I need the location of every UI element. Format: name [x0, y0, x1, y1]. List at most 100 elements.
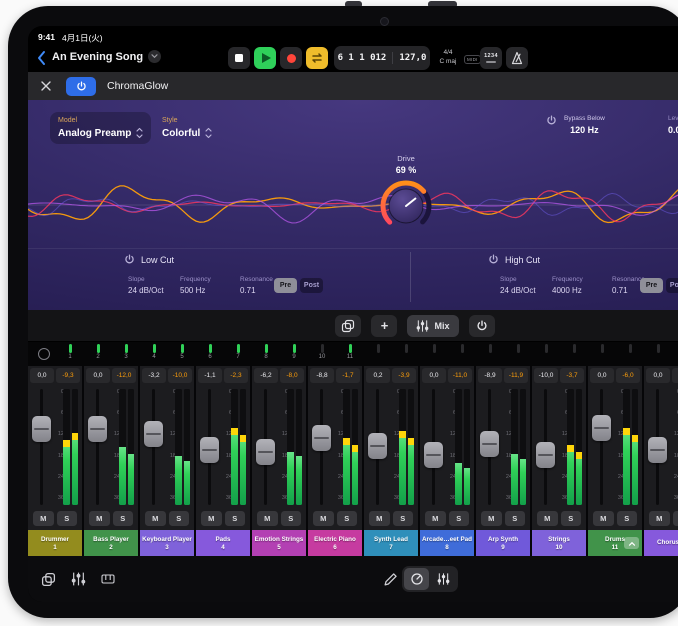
- high-cut-frequency[interactable]: Frequency 4000 Hz: [552, 276, 583, 295]
- faders-view-button[interactable]: [431, 568, 456, 590]
- overview-track-slot[interactable]: 8: [252, 342, 280, 366]
- channel-gain-value[interactable]: 0,0: [86, 368, 110, 383]
- overview-track-slot[interactable]: 5: [168, 342, 196, 366]
- fader-handle[interactable]: [144, 421, 163, 447]
- channel-gain-value[interactable]: -1,1: [198, 368, 222, 383]
- solo-button[interactable]: S: [449, 511, 470, 526]
- solo-button[interactable]: S: [57, 511, 78, 526]
- channel-peak-value[interactable]: -2,3: [224, 368, 248, 383]
- overview-track-slot[interactable]: 11: [336, 342, 364, 366]
- channel-gain-value[interactable]: -3,2: [142, 368, 166, 383]
- mute-button[interactable]: M: [313, 511, 334, 526]
- style-selector[interactable]: Style Colorful: [154, 112, 220, 144]
- drive-knob[interactable]: [378, 178, 434, 234]
- track-name-tab[interactable]: Arp Synth9: [476, 530, 530, 556]
- solo-button[interactable]: S: [561, 511, 582, 526]
- fader-handle[interactable]: [536, 442, 555, 468]
- play-button[interactable]: [254, 47, 276, 69]
- overview-track-slot[interactable]: [588, 342, 616, 366]
- mute-button[interactable]: M: [201, 511, 222, 526]
- edit-button[interactable]: [380, 569, 400, 589]
- solo-button[interactable]: S: [225, 511, 246, 526]
- track-name-tab[interactable]: Arcade…eet Pad8: [420, 530, 474, 556]
- overview-track-slot[interactable]: [420, 342, 448, 366]
- fader-handle[interactable]: [368, 433, 387, 459]
- track-name-tab[interactable]: Emotion Strings5: [252, 530, 306, 556]
- mute-button[interactable]: M: [537, 511, 558, 526]
- mixer-view-button[interactable]: [68, 569, 88, 589]
- track-name-tab[interactable]: Pads4: [196, 530, 250, 556]
- channel-peak-value[interactable]: -6,0: [616, 368, 640, 383]
- channel-controls-button[interactable]: [404, 568, 429, 590]
- collapse-stack-button[interactable]: [624, 537, 639, 549]
- fader-handle[interactable]: [88, 416, 107, 442]
- power-icon[interactable]: [488, 254, 499, 265]
- overview-track-slot[interactable]: [392, 342, 420, 366]
- mute-button[interactable]: M: [369, 511, 390, 526]
- close-plugin-button[interactable]: [41, 81, 51, 91]
- low-cut-resonance[interactable]: Resonance 0.71: [240, 276, 273, 295]
- fader-handle[interactable]: [648, 437, 667, 463]
- channel-gain-value[interactable]: 0,0: [590, 368, 614, 383]
- track-name-tab[interactable]: Synth Lead7: [364, 530, 418, 556]
- track-name-tab[interactable]: Keyboard Player3: [140, 530, 194, 556]
- high-cut-post-button[interactable]: Post: [666, 278, 678, 293]
- high-cut-pre-button[interactable]: Pre: [640, 278, 663, 293]
- solo-button[interactable]: S: [169, 511, 190, 526]
- level-control[interactable]: Level 0.0: [668, 115, 678, 135]
- record-button[interactable]: [280, 47, 302, 69]
- track-name-tab[interactable]: Drummer1: [28, 530, 82, 556]
- lcd-display[interactable]: 6 1 1 012 127,0: [334, 46, 430, 70]
- channel-gain-value[interactable]: -6,2: [254, 368, 278, 383]
- mute-button[interactable]: M: [33, 511, 54, 526]
- fader-handle[interactable]: [312, 425, 331, 451]
- channel-gain-value[interactable]: 0,0: [30, 368, 54, 383]
- stop-button[interactable]: [228, 47, 250, 69]
- channel-peak-value[interactable]: -12,0: [112, 368, 136, 383]
- overview-track-slot[interactable]: [448, 342, 476, 366]
- channel-peak-value[interactable]: -3,9: [392, 368, 416, 383]
- mix-button[interactable]: Mix: [407, 315, 458, 337]
- overview-track-slot[interactable]: [644, 342, 672, 366]
- song-menu[interactable]: An Evening Song: [52, 50, 161, 63]
- overview-track-slot[interactable]: 6: [196, 342, 224, 366]
- solo-button[interactable]: S: [393, 511, 414, 526]
- channel-peak-value[interactable]: -8,0: [280, 368, 304, 383]
- solo-button[interactable]: S: [113, 511, 134, 526]
- mute-button[interactable]: M: [257, 511, 278, 526]
- back-button[interactable]: [36, 50, 46, 66]
- low-cut-post-button[interactable]: Post: [300, 278, 323, 293]
- overview-track-slot[interactable]: 9: [280, 342, 308, 366]
- channel-peak-value[interactable]: -11,9: [504, 368, 528, 383]
- mute-button[interactable]: M: [593, 511, 614, 526]
- low-cut-slope[interactable]: Slope 24 dB/Oct: [128, 276, 164, 295]
- fader-handle[interactable]: [32, 416, 51, 442]
- fader-handle[interactable]: [424, 442, 443, 468]
- time-signature-key[interactable]: 4/4 C maj: [436, 48, 460, 66]
- overview-track-slot[interactable]: [504, 342, 532, 366]
- fader-handle[interactable]: [480, 431, 499, 457]
- overview-track-slot[interactable]: [616, 342, 644, 366]
- overview-track-slot[interactable]: 3: [112, 342, 140, 366]
- fader-handle[interactable]: [200, 437, 219, 463]
- low-cut-pre-button[interactable]: Pre: [274, 278, 297, 293]
- metronome-button[interactable]: [506, 47, 528, 69]
- mute-button[interactable]: M: [89, 511, 110, 526]
- fader-handle[interactable]: [592, 415, 611, 441]
- overview-filter-icon[interactable]: [38, 348, 50, 360]
- channel-gain-value[interactable]: 0,0: [646, 368, 670, 383]
- library-button[interactable]: [38, 569, 58, 589]
- mute-button[interactable]: M: [481, 511, 502, 526]
- song-dropdown-button[interactable]: [148, 50, 161, 63]
- solo-button[interactable]: S: [337, 511, 358, 526]
- overview-track-slot[interactable]: [532, 342, 560, 366]
- duplicate-button[interactable]: [335, 315, 361, 337]
- model-selector[interactable]: Model Analog Preamp: [50, 112, 151, 144]
- low-cut-frequency[interactable]: Frequency 500 Hz: [180, 276, 211, 295]
- track-name-tab[interactable]: Chorus V: [644, 530, 678, 556]
- overview-track-slot[interactable]: [476, 342, 504, 366]
- plugin-power-button[interactable]: [66, 77, 96, 96]
- mute-button[interactable]: M: [425, 511, 446, 526]
- channel-peak-value[interactable]: -9,3: [56, 368, 80, 383]
- track-name-tab[interactable]: Drums11: [588, 530, 642, 556]
